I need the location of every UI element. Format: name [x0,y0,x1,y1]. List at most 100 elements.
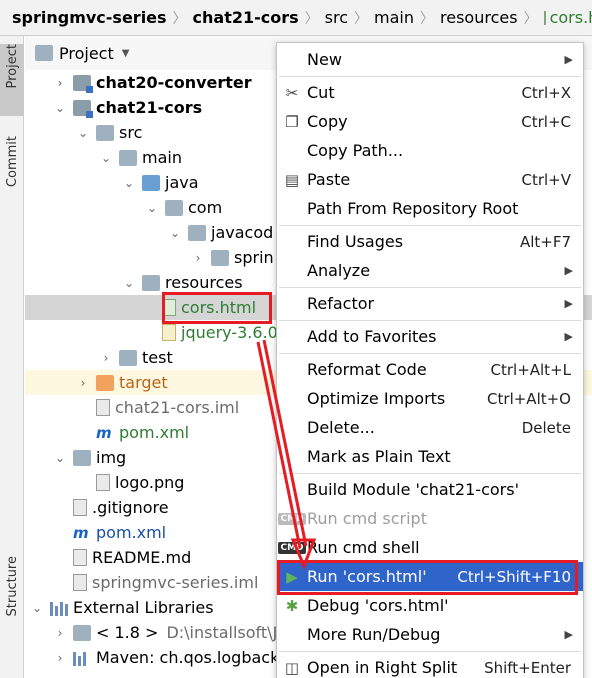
tab-project-label: Project [4,44,20,89]
menu-item-shortcut: Ctrl+V [521,170,571,189]
submenu-arrow-icon: ▶ [564,264,573,277]
breadcrumb-separator-icon: 〉 [304,10,319,27]
project-folder-icon [35,45,53,61]
tree-item-label: src [119,123,143,142]
module-folder-icon [73,74,93,93]
breadcrumb-separator-icon: 〉 [420,10,435,27]
menu-item-copy[interactable]: ❐ Copy Ctrl+C [277,107,583,136]
chevron-down-icon[interactable]: ⌄ [99,151,113,165]
bug-icon: ✱ [285,596,299,615]
maven-icon: m [73,523,89,542]
menu-item-refactor[interactable]: Refactor ▶ [277,289,583,318]
breadcrumb-item-module[interactable]: chat21-cors [193,8,299,27]
menu-item-path-from-root[interactable]: Path From Repository Root [277,194,583,223]
tree-item-label: java [165,173,199,192]
gitignore-file-icon [73,499,87,516]
chevron-down-icon[interactable]: ⌄ [145,201,159,215]
breadcrumb-separator-icon: 〉 [172,10,187,27]
tree-item-label: target [119,373,168,392]
menu-item-label: Delete... [307,418,375,437]
folder-icon [119,149,137,166]
tab-commit[interactable]: Commit [0,136,24,206]
menu-item-paste[interactable]: ▤ Paste Ctrl+V [277,165,583,194]
menu-item-mark-plain-text[interactable]: Mark as Plain Text [277,442,583,471]
menu-item-open-right-split[interactable]: ◫ Open in Right Split Shift+Enter [277,653,583,678]
cmd-icon: CMD [278,541,306,554]
menu-item-label: Find Usages [307,232,404,251]
menu-item-cut[interactable]: ✂ Cut Ctrl+X [277,78,583,107]
chevron-down-icon[interactable]: ⌄ [122,276,136,290]
menu-separator [279,651,581,652]
menu-item-label: Copy Path... [307,141,404,160]
package-icon [165,199,183,216]
chevron-right-icon[interactable]: › [53,651,67,665]
chevron-down-icon[interactable]: ⌄ [53,451,67,465]
tree-item-label: test [142,348,173,367]
chevron-right-icon[interactable]: › [53,626,67,640]
menu-item-shortcut: Alt+F7 [519,232,571,251]
markdown-file-icon [73,549,87,566]
submenu-arrow-icon: ▶ [564,297,573,310]
chevron-right-icon[interactable]: › [53,76,67,90]
project-pane-title[interactable]: Project [59,44,114,63]
submenu-arrow-icon: ▶ [564,53,573,66]
tree-item-label: README.md [92,548,192,567]
menu-item-analyze[interactable]: Analyze ▶ [277,256,583,285]
menu-item-label: Run cmd script [307,509,427,528]
menu-item-run-cmd-shell[interactable]: CMD Run cmd shell [277,533,583,562]
js-file-icon [162,324,176,341]
menu-item-find-usages[interactable]: Find Usages Alt+F7 [277,227,583,256]
tab-project[interactable]: Project [0,44,24,116]
tab-commit-label: Commit [4,136,20,188]
chevron-down-icon[interactable]: ⌄ [168,226,182,240]
tree-item-label: springmvc-series.iml [92,573,259,592]
chevron-right-icon[interactable]: › [191,251,205,265]
breadcrumb-item-resources[interactable]: resources [440,8,518,27]
chevron-down-icon[interactable]: ⌄ [122,176,136,190]
breadcrumb-item-main[interactable]: main [374,8,414,27]
menu-item-build-module[interactable]: Build Module 'chat21-cors' [277,475,583,504]
menu-item-reformat-code[interactable]: Reformat Code Ctrl+Alt+L [277,355,583,384]
tree-item-label: chat21-cors [96,98,203,117]
menu-item-label: Path From Repository Root [307,199,519,218]
menu-item-more-run-debug[interactable]: More Run/Debug ▶ [277,620,583,649]
tree-item-label: pom.xml [96,523,167,542]
breadcrumb-separator-icon: 〉 [354,10,369,27]
menu-item-debug[interactable]: ✱ Debug 'cors.html' [277,591,583,620]
chevron-right-icon[interactable]: › [76,376,90,390]
chevron-down-icon[interactable]: ▼ [122,48,130,59]
breadcrumb-item-src[interactable]: src [325,8,348,27]
menu-item-shortcut: Ctrl+Alt+L [490,360,572,379]
menu-item-label: Optimize Imports [307,389,446,408]
chevron-down-icon[interactable]: ⌄ [30,601,44,615]
excluded-folder-icon [96,374,114,391]
breadcrumb-item-project[interactable]: springmvc-series [12,8,167,27]
tree-item-label: logo.png [115,473,185,492]
menu-item-shortcut: Ctrl+X [521,83,571,102]
chevron-down-icon[interactable]: ⌄ [76,126,90,140]
source-folder-icon [142,174,160,191]
menu-item-label: Reformat Code [307,360,427,379]
iml-file-icon [96,399,110,416]
tree-item-label: pom.xml [119,423,190,442]
tree-item-label: < 1.8 > [96,623,159,642]
menu-item-new[interactable]: New ▶ [277,45,583,74]
menu-item-shortcut: Delete [521,418,571,437]
menu-item-label: Copy [307,112,348,131]
menu-item-optimize-imports[interactable]: Optimize Imports Ctrl+Alt+O [277,384,583,413]
tree-item-label: External Libraries [73,598,214,617]
annotation-highlight-box [162,292,272,324]
menu-item-delete[interactable]: Delete... Delete [277,413,583,442]
chevron-right-icon[interactable]: › [99,351,113,365]
menu-item-add-to-favorites[interactable]: Add to Favorites ▶ [277,322,583,351]
menu-item-label: Analyze [307,261,371,280]
tree-item-label: jquery-3.6.0 [181,323,278,342]
maven-icon: m [96,423,112,442]
menu-item-label: Open in Right Split [307,658,458,677]
tree-item-label: resources [165,273,243,292]
breadcrumb-item-file[interactable]: cors.html [550,8,592,27]
chevron-down-icon[interactable]: ⌄ [53,101,67,115]
menu-item-copy-path[interactable]: Copy Path... [277,136,583,165]
menu-separator [279,225,581,226]
tab-structure[interactable]: Structure [0,556,24,646]
